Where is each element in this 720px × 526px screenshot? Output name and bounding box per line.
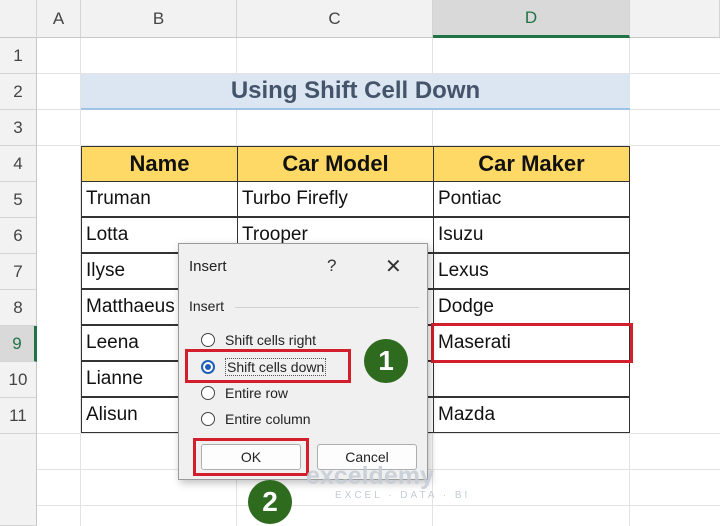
table-cell[interactable] <box>433 361 630 397</box>
row-header-10[interactable]: 10 <box>0 362 37 398</box>
radio-shift-cells-right[interactable] <box>201 333 215 347</box>
table-cell[interactable]: Truman <box>81 181 238 217</box>
radio-entire-row[interactable] <box>201 386 215 400</box>
table-cell[interactable]: Mazda <box>433 397 630 433</box>
table-cell[interactable]: Lexus <box>433 253 630 289</box>
option-shift-cells-right[interactable]: Shift cells right <box>201 329 316 351</box>
row-header-7[interactable]: 7 <box>0 254 37 290</box>
select-all-corner[interactable] <box>0 0 37 38</box>
column-header-d[interactable]: D <box>433 0 630 38</box>
dialog-title: Insert <box>189 258 227 275</box>
option-entire-column[interactable]: Entire column <box>201 408 311 430</box>
radio-entire-column[interactable] <box>201 412 215 426</box>
table-header-car-maker[interactable]: Car Maker <box>433 146 630 182</box>
step-badge-2: 2 <box>248 480 292 524</box>
dialog-group-label: Insert <box>189 298 225 314</box>
row-header-12[interactable] <box>0 434 37 526</box>
watermark-tagline: EXCEL · DATA · BI <box>335 490 471 501</box>
sheet-title: Using Shift Cell Down <box>81 74 630 110</box>
row-header-8[interactable]: 8 <box>0 290 37 326</box>
table-cell[interactable]: Isuzu <box>433 217 630 253</box>
selected-cell-highlight[interactable] <box>431 323 633 363</box>
column-header-e[interactable] <box>630 0 720 38</box>
option-label: Shift cells right <box>225 332 317 348</box>
row-header-5[interactable]: 5 <box>0 182 37 218</box>
column-header-b[interactable]: B <box>81 0 237 38</box>
watermark-logo: exceldemy <box>306 462 434 490</box>
row-header-9[interactable]: 9 <box>0 326 37 362</box>
table-cell[interactable]: Dodge <box>433 289 630 325</box>
row-header-2[interactable]: 2 <box>0 74 37 110</box>
row-header-11[interactable]: 11 <box>0 398 37 434</box>
option-label: Entire row <box>225 385 289 401</box>
column-header-a[interactable]: A <box>37 0 81 38</box>
table-cell[interactable]: Pontiac <box>433 181 630 217</box>
gridline <box>37 505 720 506</box>
table-header-car-model[interactable]: Car Model <box>237 146 434 182</box>
row-header-1[interactable]: 1 <box>0 38 37 74</box>
table-header-name[interactable]: Name <box>81 146 238 182</box>
row-header-3[interactable]: 3 <box>0 110 37 146</box>
option-entire-row[interactable]: Entire row <box>201 382 288 404</box>
row-header-4[interactable]: 4 <box>0 146 37 182</box>
group-divider <box>235 307 419 308</box>
table-cell[interactable]: Turbo Firefly <box>237 181 434 217</box>
close-icon[interactable]: ✕ <box>385 254 402 279</box>
help-icon[interactable]: ? <box>327 256 336 276</box>
column-header-c[interactable]: C <box>237 0 433 38</box>
step-badge-1: 1 <box>364 339 408 383</box>
option-highlight <box>185 349 351 383</box>
row-header-6[interactable]: 6 <box>0 218 37 254</box>
ok-button-highlight <box>193 438 309 476</box>
option-label: Entire column <box>225 411 311 427</box>
